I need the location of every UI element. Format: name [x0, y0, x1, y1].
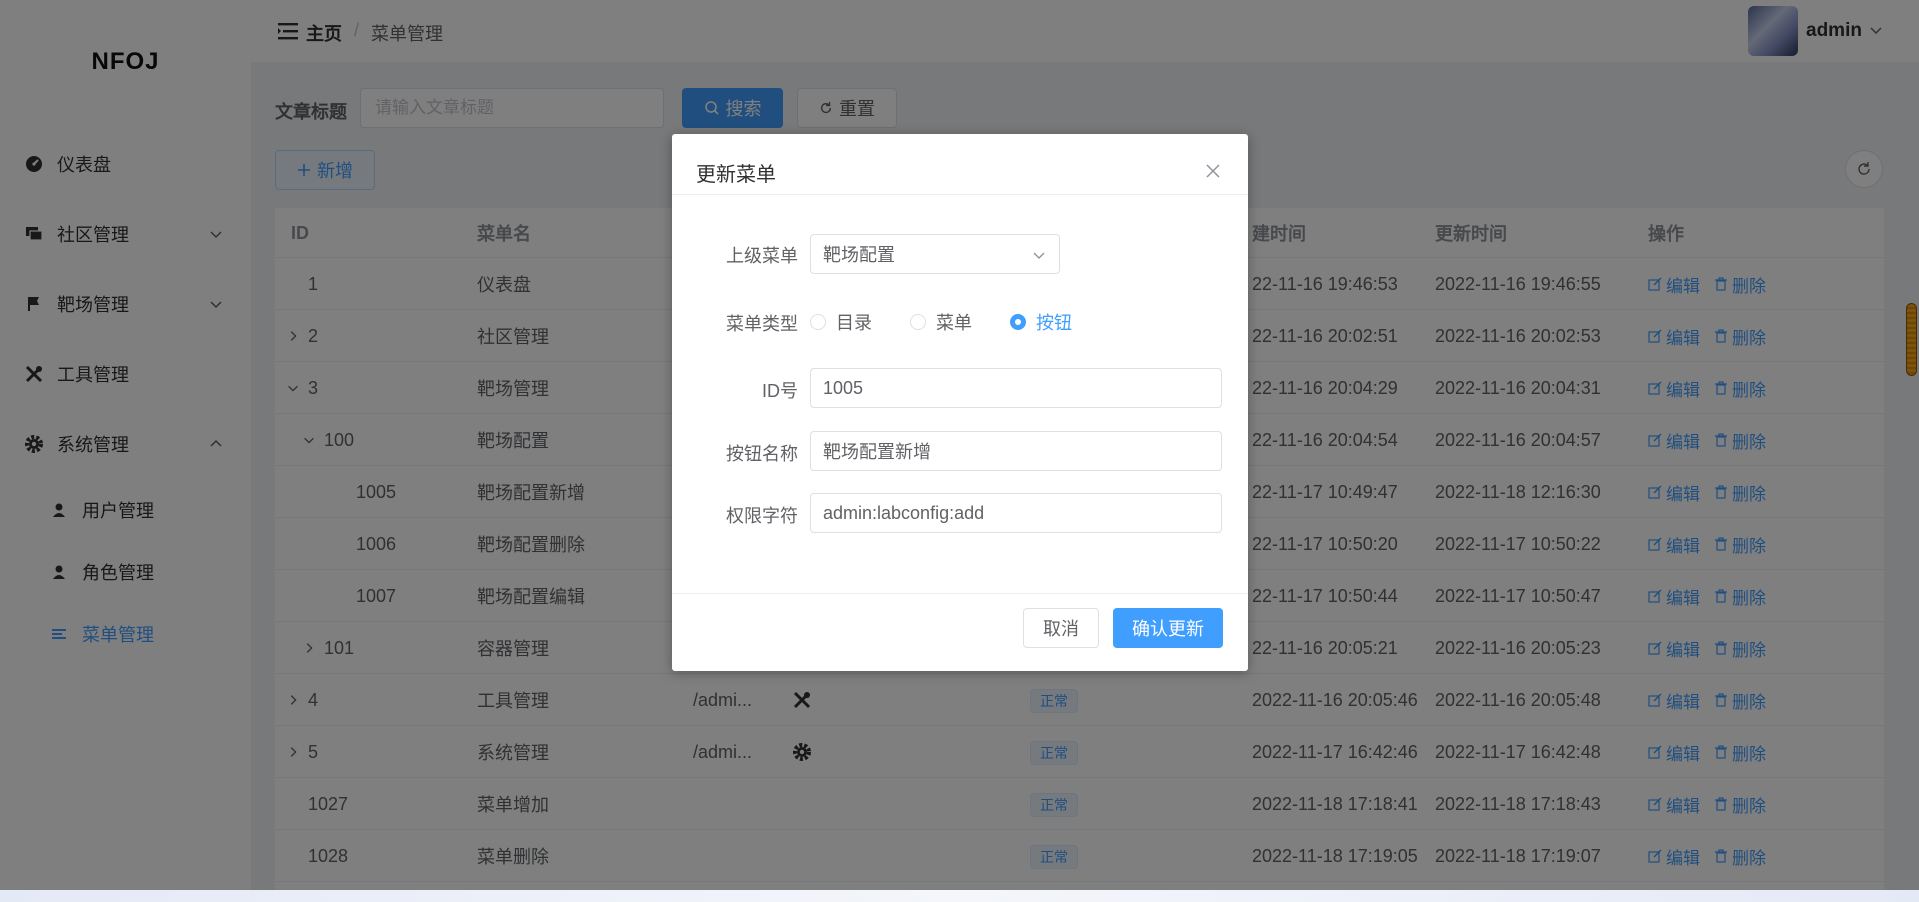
id-value: 1005 — [823, 377, 864, 398]
menu-type-radio-group: 目录 菜单 按钮 — [810, 310, 1110, 334]
dialog-footer-divider — [672, 593, 1248, 594]
menu-type-label: 菜单类型 — [726, 314, 798, 334]
radio-circle — [1010, 314, 1026, 330]
dialog-header-divider — [672, 194, 1248, 195]
permission-input[interactable]: admin:labconfig:add — [810, 493, 1222, 533]
button-name-value: 靶场配置新增 — [823, 442, 931, 462]
chevron-down-icon — [1031, 247, 1047, 263]
radio-circle — [910, 314, 926, 330]
radio-circle — [810, 314, 826, 330]
parent-menu-value: 靶场配置 — [823, 245, 895, 265]
close-icon[interactable] — [1204, 162, 1222, 180]
permission-label: 权限字符 — [726, 506, 798, 526]
permission-value: admin:labconfig:add — [823, 502, 985, 523]
radio-label: 目录 — [836, 313, 872, 333]
radio-directory[interactable]: 目录 — [810, 309, 872, 335]
parent-menu-label: 上级菜单 — [726, 246, 798, 266]
update-menu-dialog: 更新菜单 上级菜单 靶场配置 菜单类型 目录 菜单 按钮 ID号 1005 按钮… — [672, 134, 1248, 671]
button-name-input[interactable]: 靶场配置新增 — [810, 431, 1222, 471]
cancel-button[interactable]: 取消 — [1023, 608, 1099, 648]
id-input[interactable]: 1005 — [810, 368, 1222, 408]
radio-button[interactable]: 按钮 — [1010, 309, 1072, 335]
taskbar — [0, 890, 1919, 902]
radio-label: 菜单 — [936, 313, 972, 333]
parent-menu-select[interactable]: 靶场配置 — [810, 234, 1060, 274]
radio-menu[interactable]: 菜单 — [910, 309, 972, 335]
button-name-label: 按钮名称 — [726, 444, 798, 464]
dialog-title: 更新菜单 — [696, 164, 776, 186]
id-label: ID号 — [762, 381, 798, 401]
radio-label: 按钮 — [1036, 313, 1072, 333]
confirm-update-button[interactable]: 确认更新 — [1113, 608, 1223, 648]
